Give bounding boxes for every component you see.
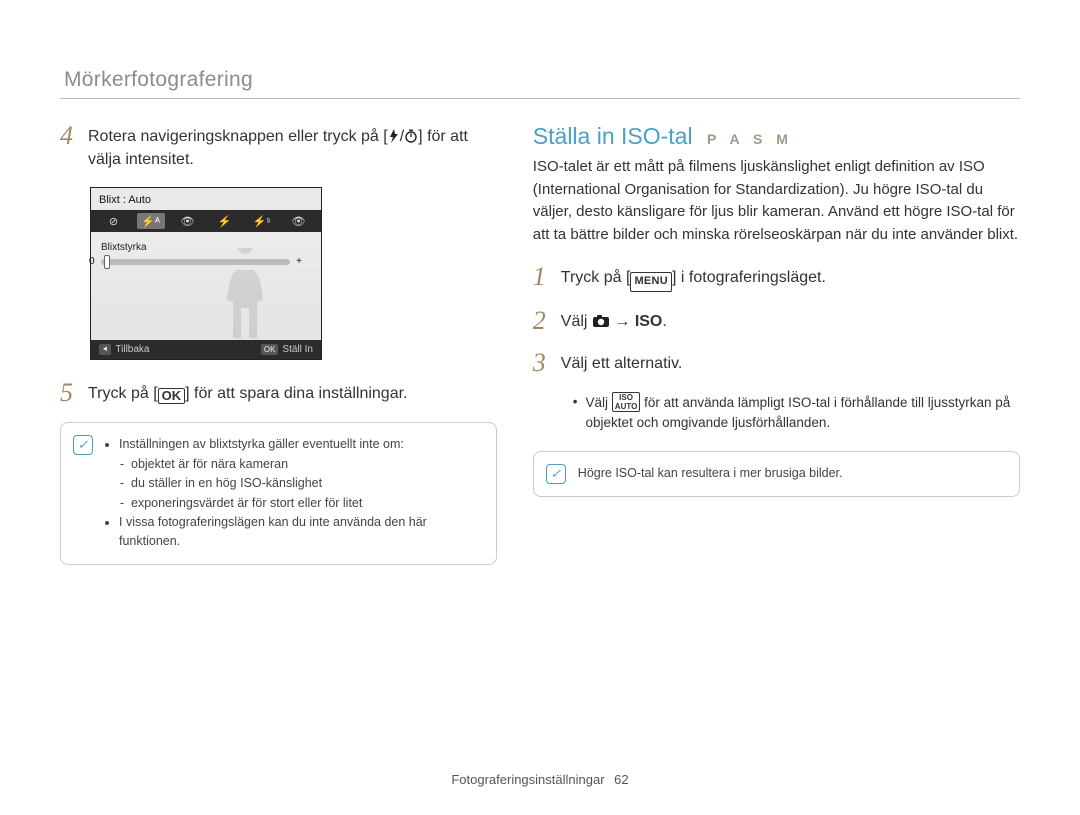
screen-bottom-bar: ⯇ Tillbaka OKStäll In bbox=[91, 340, 321, 359]
screen-body: Blixtstyrka bbox=[91, 232, 321, 340]
flash-icon bbox=[388, 129, 400, 143]
note-text: Högre ISO-tal kan resultera i mer brusig… bbox=[578, 466, 843, 480]
right-column: Ställa in ISO-tal P A S M ISO-talet är e… bbox=[521, 123, 1020, 565]
step-text: Tryck på [OK] för att spara dina inställ… bbox=[88, 380, 497, 406]
text: för att använda lämpligt ISO-tal i förhå… bbox=[586, 395, 1011, 430]
footer-section: Fotograferingsinställningar bbox=[451, 772, 604, 787]
camera-screen-preview: Blixt : Auto ⊘ ⚡ᴬ 👁 ⚡ ⚡ˢ 👁 Blixtstyrka bbox=[90, 187, 322, 360]
camera-icon bbox=[592, 314, 610, 328]
step-number: 5 bbox=[60, 380, 88, 406]
text: Välj bbox=[561, 313, 592, 330]
note-bullet: Inställningen av blixtstyrka gäller even… bbox=[119, 435, 482, 513]
iso-auto-icon: ISOAUTO bbox=[612, 392, 641, 412]
section-heading: Ställa in ISO-tal P A S M bbox=[533, 123, 1020, 150]
step-text: Tryck på [MENU] i fotograferingsläget. bbox=[561, 264, 1020, 292]
flash-mode-row: ⊘ ⚡ᴬ 👁 ⚡ ⚡ˢ 👁 bbox=[91, 210, 321, 232]
text: Rotera navigeringsknappen eller tryck på… bbox=[88, 128, 388, 145]
info-icon: ✓ bbox=[546, 464, 566, 484]
timer-icon bbox=[404, 129, 418, 143]
step-4: 4 Rotera navigeringsknappen eller tryck … bbox=[60, 123, 497, 171]
note-bullet: I vissa fotograferingslägen kan du inte … bbox=[119, 513, 482, 552]
note-subbullet: exponeringsvärdet är för stort eller för… bbox=[131, 494, 482, 513]
text: . bbox=[662, 313, 666, 330]
step-number: 4 bbox=[60, 123, 88, 171]
text: Inställningen av blixtstyrka gäller even… bbox=[119, 437, 404, 451]
text: Tryck på [ bbox=[88, 385, 158, 402]
note-box-right: ✓ Högre ISO-tal kan resultera i mer brus… bbox=[533, 451, 1020, 496]
sub-bullet: • Välj ISOAUTO för att använda lämpligt … bbox=[561, 392, 1020, 434]
note-subbullet: objektet är för nära kameran bbox=[131, 455, 482, 474]
text: Välj bbox=[586, 395, 612, 410]
step-2: 2 Välj → ISO. bbox=[533, 308, 1020, 334]
flash-fill-icon: ⚡ bbox=[211, 213, 239, 229]
page-number: 62 bbox=[614, 772, 628, 787]
intro-text: ISO-talet är ett mått på filmens ljuskän… bbox=[533, 156, 1020, 246]
text: ] i fotograferingsläget. bbox=[672, 269, 826, 286]
screen-title: Blixt : Auto bbox=[91, 188, 321, 210]
text: Välj ISOAUTO för att använda lämpligt IS… bbox=[586, 392, 1020, 434]
page-header: Mörkerfotografering bbox=[64, 68, 1020, 92]
flash-off-icon: ⊘ bbox=[100, 213, 128, 229]
section-title: Ställa in ISO-tal bbox=[533, 123, 693, 149]
ok-button-icon: OK bbox=[158, 388, 186, 404]
back-label: Tillbaka bbox=[115, 344, 149, 355]
step-text: Välj → ISO. bbox=[561, 308, 1020, 334]
flash-redeye2-icon: 👁 bbox=[285, 213, 313, 229]
step-5: 5 Tryck på [OK] för att spara dina instä… bbox=[60, 380, 497, 406]
slider-knob bbox=[104, 255, 110, 269]
set-label: Ställ In bbox=[282, 344, 313, 355]
step-number: 2 bbox=[533, 308, 561, 334]
step-number: 3 bbox=[533, 350, 561, 376]
back-control: ⯇ Tillbaka bbox=[99, 344, 150, 355]
flash-slow-icon: ⚡ˢ bbox=[248, 213, 276, 229]
iso-label: ISO bbox=[635, 313, 663, 330]
text: Tryck på [ bbox=[561, 269, 631, 286]
step-1: 1 Tryck på [MENU] i fotograferingsläget. bbox=[533, 264, 1020, 292]
step-3: 3 Välj ett alternativ. bbox=[533, 350, 1020, 376]
intensity-slider bbox=[101, 259, 290, 265]
note-subbullet: du ställer in en hög ISO-känslighet bbox=[131, 474, 482, 493]
flash-redeye-icon: 👁 bbox=[174, 213, 202, 229]
mode-badges: P A S M bbox=[707, 131, 793, 147]
set-control: OKStäll In bbox=[261, 344, 313, 355]
left-column: 4 Rotera navigeringsknappen eller tryck … bbox=[60, 123, 521, 565]
arrow: → bbox=[610, 313, 635, 330]
back-icon: ⯇ bbox=[99, 344, 111, 355]
bullet-dot: • bbox=[573, 392, 578, 434]
slider-label: Blixtstyrka bbox=[101, 242, 311, 253]
ok-icon: OK bbox=[261, 344, 279, 355]
info-icon: ✓ bbox=[73, 435, 93, 455]
page-footer: Fotograferingsinställningar 62 bbox=[0, 772, 1080, 787]
header-divider bbox=[60, 98, 1020, 99]
step-text: Rotera navigeringsknappen eller tryck på… bbox=[88, 123, 497, 171]
step-text: Välj ett alternativ. bbox=[561, 350, 1020, 376]
note-box-left: ✓ Inställningen av blixtstyrka gäller ev… bbox=[60, 422, 497, 564]
flash-auto-icon: ⚡ᴬ bbox=[137, 213, 165, 229]
menu-button-icon: MENU bbox=[630, 272, 672, 292]
step-number: 1 bbox=[533, 264, 561, 292]
text: ] för att spara dina inställningar. bbox=[185, 385, 407, 402]
